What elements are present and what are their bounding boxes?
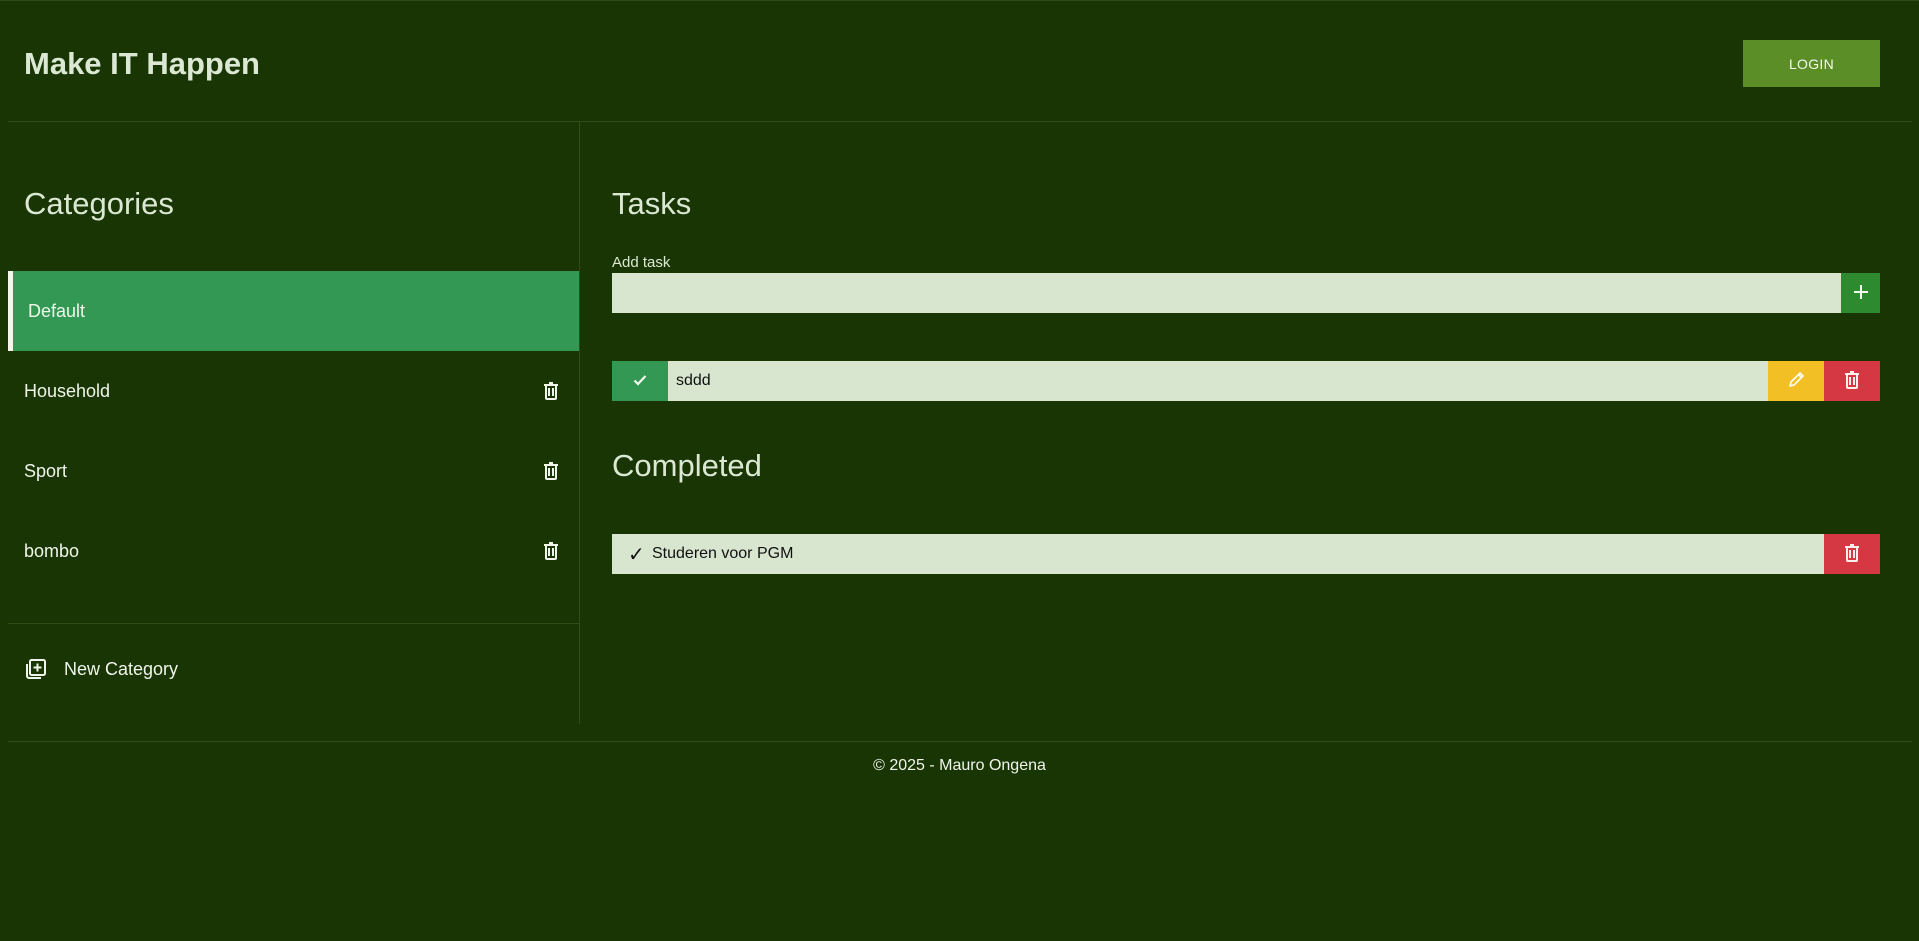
trash-icon	[1844, 370, 1860, 392]
delete-task-button[interactable]	[1824, 361, 1880, 401]
category-label: bombo	[24, 540, 80, 561]
add-task-input[interactable]	[612, 273, 1841, 313]
category-list: Default Household Sport bombo	[8, 271, 579, 591]
category-label: Default	[28, 300, 86, 321]
plus-icon	[1853, 284, 1869, 303]
delete-completed-task-button[interactable]	[1824, 534, 1880, 574]
add-task-label: Add task	[612, 254, 671, 271]
category-label: Sport	[24, 460, 68, 481]
pencil-icon	[1787, 371, 1805, 392]
category-item-default[interactable]: Default	[8, 271, 579, 351]
trash-icon	[1844, 543, 1860, 565]
sidebar-divider	[8, 623, 579, 624]
new-category-label: New Category	[64, 658, 179, 679]
trash-icon[interactable]	[541, 460, 561, 482]
add-task-button[interactable]	[1841, 273, 1880, 313]
completed-check-icon: ✓	[628, 543, 645, 566]
trash-icon[interactable]	[541, 540, 561, 562]
categories-title: Categories	[24, 186, 174, 221]
completed-task-text: Studeren voor PGM	[652, 545, 794, 562]
main-content: Tasks Add task sddd Completed ✓ Studeren…	[612, 122, 1880, 724]
complete-task-button[interactable]	[612, 361, 668, 401]
task-text: sddd	[676, 372, 711, 389]
categories-sidebar: Categories Default Household Sport bombo	[8, 122, 580, 724]
category-item-bombo[interactable]: bombo	[8, 511, 579, 591]
footer-copyright: © 2025 - Mauro Ongena	[873, 757, 1046, 774]
category-label: Household	[24, 380, 111, 401]
task-row: sddd	[612, 361, 1880, 401]
edit-task-button[interactable]	[1768, 361, 1824, 401]
category-item-sport[interactable]: Sport	[8, 431, 579, 511]
completed-title: Completed	[612, 448, 762, 483]
check-icon	[633, 374, 647, 389]
app-title: Make IT Happen	[24, 46, 260, 81]
category-item-household[interactable]: Household	[8, 351, 579, 431]
login-button[interactable]: LOGIN	[1743, 40, 1880, 87]
tasks-title: Tasks	[612, 186, 692, 221]
new-category-button[interactable]: New Category	[24, 654, 178, 684]
add-library-icon	[24, 657, 48, 681]
completed-task-row: ✓ Studeren voor PGM	[612, 534, 1880, 574]
footer-divider	[8, 741, 1912, 742]
trash-icon[interactable]	[541, 380, 561, 402]
app-header: Make IT Happen LOGIN	[8, 0, 1912, 122]
